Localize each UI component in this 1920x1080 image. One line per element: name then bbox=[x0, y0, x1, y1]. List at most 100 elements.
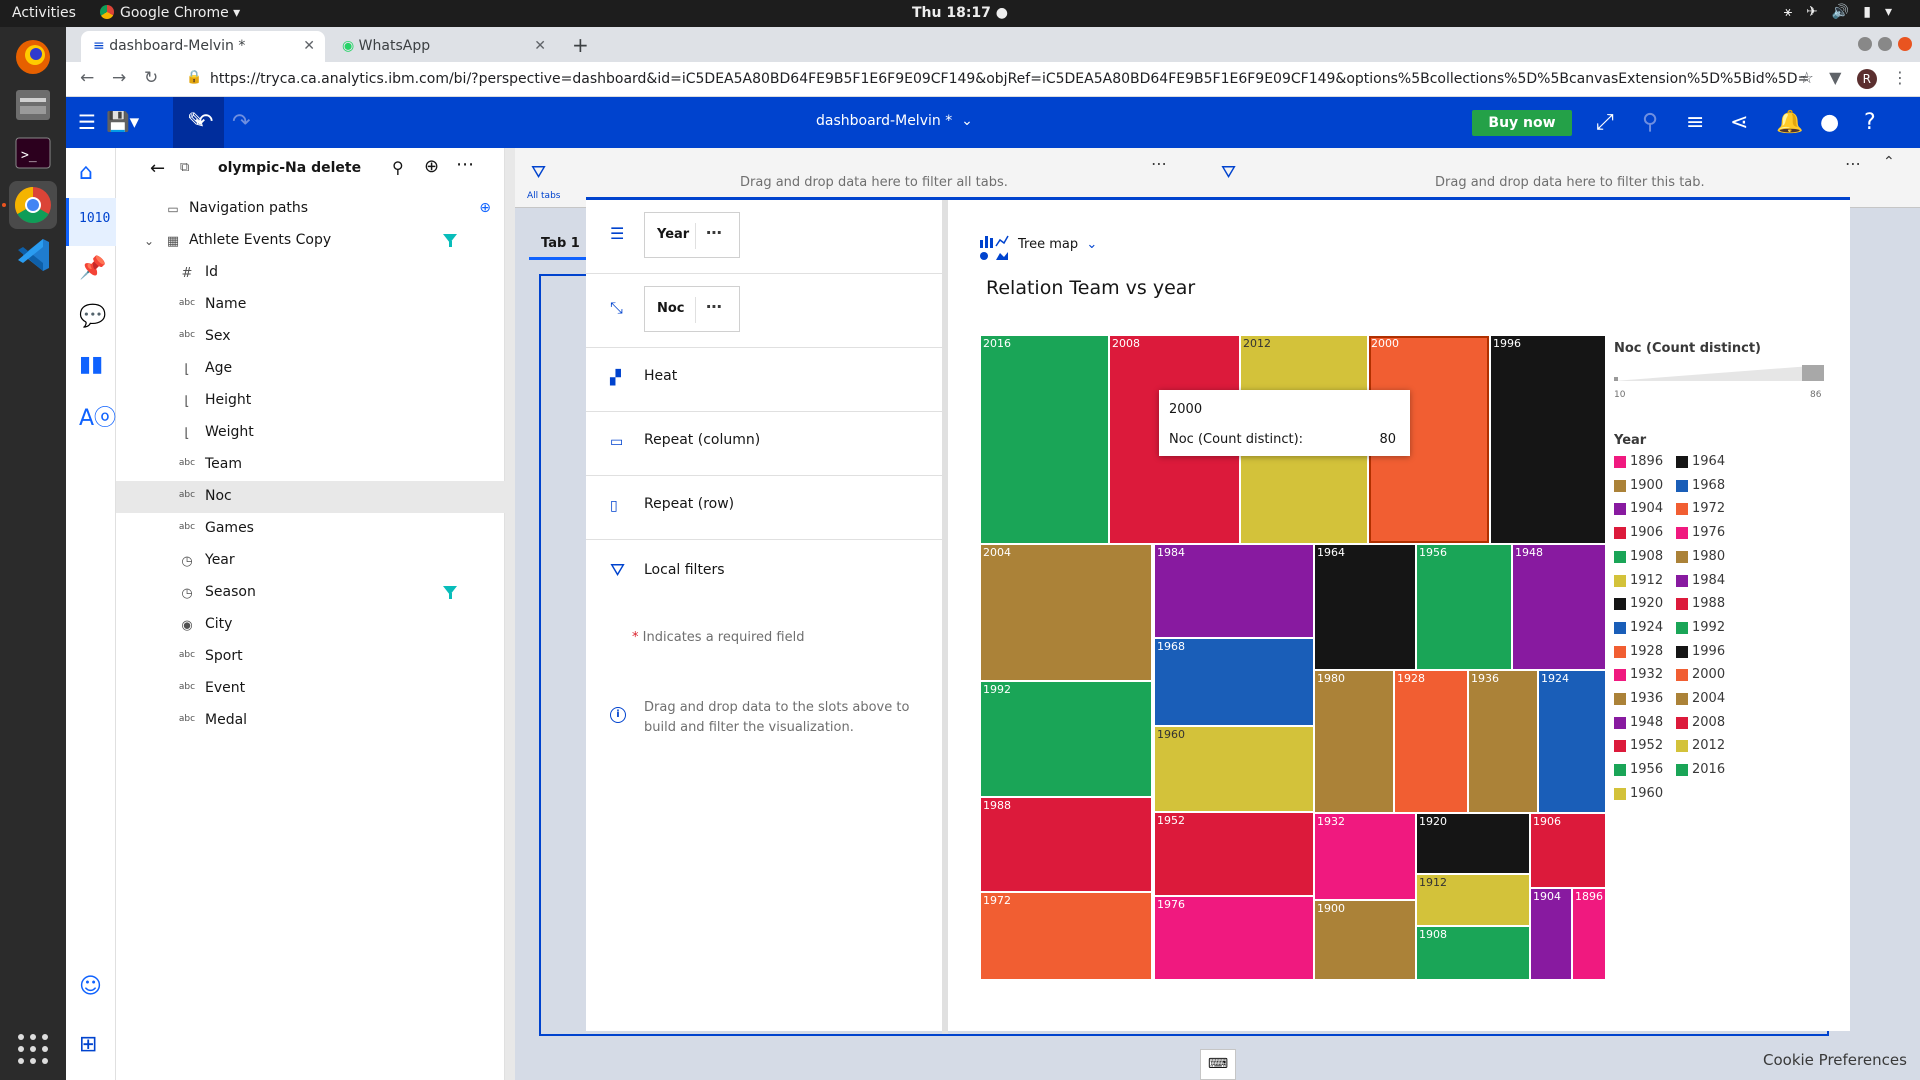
treemap-cell-1924[interactable]: 1924 bbox=[1538, 670, 1606, 813]
legend-item-2016[interactable]: 2016 bbox=[1676, 761, 1738, 779]
filter-tab-overflow-icon[interactable]: ⋯ bbox=[1845, 154, 1861, 173]
lock-icon[interactable]: 🔒 bbox=[186, 70, 202, 85]
treemap-cell-1980[interactable]: 1980 bbox=[1314, 670, 1394, 813]
treemap-cell-1904[interactable]: 1904 bbox=[1530, 888, 1572, 980]
connect-icon[interactable]: ⚲ bbox=[1642, 110, 1658, 135]
legend-item-2000[interactable]: 2000 bbox=[1676, 666, 1738, 684]
cookie-preferences-link[interactable]: Cookie Preferences bbox=[1763, 1051, 1907, 1069]
legend-item-1924[interactable]: 1924 bbox=[1614, 619, 1676, 637]
legend-item-1976[interactable]: 1976 bbox=[1676, 524, 1738, 542]
legend-item-1920[interactable]: 1920 bbox=[1614, 595, 1676, 613]
legend-item-1912[interactable]: 1912 bbox=[1614, 572, 1676, 590]
filter-all-overflow-icon[interactable]: ⋯ bbox=[1151, 154, 1167, 173]
treemap-cell-1896[interactable]: 1896 bbox=[1572, 888, 1606, 980]
close-tab-icon[interactable]: ✕ bbox=[534, 38, 546, 54]
field-age[interactable]: ⌊ Age bbox=[116, 353, 505, 385]
terminal-icon[interactable]: >_ bbox=[9, 129, 57, 177]
legend-item-1992[interactable]: 1992 bbox=[1676, 619, 1738, 637]
treemap-cell-1952[interactable]: 1952 bbox=[1154, 812, 1314, 896]
dashboard-title[interactable]: dashboard-Melvin * ⌄ bbox=[816, 113, 973, 129]
pin-icon[interactable]: 📌 bbox=[79, 256, 106, 281]
firefox-icon[interactable] bbox=[9, 33, 57, 81]
legend-item-1904[interactable]: 1904 bbox=[1614, 500, 1676, 518]
treemap-cell-1964[interactable]: 1964 bbox=[1314, 544, 1416, 670]
filter-all-icon[interactable]: ⛛ bbox=[531, 162, 546, 183]
profile-avatar[interactable]: R bbox=[1856, 69, 1877, 89]
treemap-cell-1988[interactable]: 1988 bbox=[980, 797, 1152, 892]
slot-local-filters[interactable]: ⛛ Local filters bbox=[586, 540, 948, 604]
filter-tab-hint[interactable]: Drag and drop data here to filter this t… bbox=[1435, 175, 1705, 190]
share-icon[interactable]: ⋖ bbox=[1730, 110, 1748, 135]
legend-item-1956[interactable]: 1956 bbox=[1614, 761, 1676, 779]
legend-item-2008[interactable]: 2008 bbox=[1676, 714, 1738, 732]
legend-item-1928[interactable]: 1928 bbox=[1614, 643, 1676, 661]
treemap-cell-1956[interactable]: 1956 bbox=[1416, 544, 1512, 670]
legend-item-1948[interactable]: 1948 bbox=[1614, 714, 1676, 732]
legend-item-2012[interactable]: 2012 bbox=[1676, 737, 1738, 755]
treemap-cell-1972[interactable]: 1972 bbox=[980, 892, 1152, 980]
overflow-menu-icon[interactable]: ⋯ bbox=[456, 154, 474, 175]
chart-title[interactable]: Relation Team vs year bbox=[986, 277, 1195, 299]
legend-item-1996[interactable]: 1996 bbox=[1676, 643, 1738, 661]
app-menu[interactable]: Google Chrome ▾ bbox=[100, 5, 240, 21]
treemap-cell-1992[interactable]: 1992 bbox=[980, 681, 1152, 797]
field-noc[interactable]: abc Noc bbox=[116, 481, 505, 513]
field-weight[interactable]: ⌊ Weight bbox=[116, 417, 505, 449]
slot-noc[interactable]: ⤡ Noc ⋯ bbox=[586, 274, 948, 348]
legend-item-1980[interactable]: 1980 bbox=[1676, 548, 1738, 566]
legend-item-1952[interactable]: 1952 bbox=[1614, 737, 1676, 755]
add-path-icon[interactable]: ⊕ bbox=[479, 200, 491, 216]
treemap-cell-1912[interactable]: 1912 bbox=[1416, 874, 1530, 926]
bookmark-star-icon[interactable]: ☆ bbox=[1800, 68, 1814, 87]
help-icon[interactable]: ? bbox=[1864, 110, 1876, 135]
menu-icon[interactable]: ☰ bbox=[78, 110, 96, 134]
treemap-cell-2016[interactable]: 2016 bbox=[980, 335, 1109, 544]
clock[interactable]: Thu 18:17 ● bbox=[0, 5, 1920, 21]
filter-all-hint[interactable]: Drag and drop data here to filter all ta… bbox=[740, 175, 1008, 190]
year-pill[interactable]: Year ⋯ bbox=[644, 212, 740, 258]
chevron-down-icon[interactable]: ⌄ bbox=[140, 234, 158, 248]
vscode-icon[interactable] bbox=[9, 231, 57, 279]
field-year[interactable]: ◷ Year bbox=[116, 545, 505, 577]
minimize-icon[interactable] bbox=[1858, 37, 1872, 51]
browser-tab-dashboard[interactable]: ≡ dashboard-Melvin * ✕ bbox=[81, 31, 325, 62]
treemap-cell-1906[interactable]: 1906 bbox=[1530, 813, 1606, 888]
legend-item-1964[interactable]: 1964 bbox=[1676, 453, 1738, 471]
close-window-icon[interactable] bbox=[1898, 37, 1912, 51]
treemap-cell-1920[interactable]: 1920 bbox=[1416, 813, 1530, 874]
new-tab-button[interactable]: + bbox=[572, 33, 589, 57]
visualization-type-selector[interactable]: Tree map ⌄ bbox=[1018, 237, 1097, 252]
assistant-icon[interactable]: 💬 bbox=[79, 304, 106, 329]
field-sex[interactable]: abc Sex bbox=[116, 321, 505, 353]
table-row[interactable]: ⌄ ▦ Athlete Events Copy bbox=[116, 225, 505, 257]
add-icon[interactable]: ⊞ bbox=[79, 1032, 97, 1057]
extension-icon[interactable]: ▼ bbox=[1829, 68, 1841, 87]
treemap-cell-1908[interactable]: 1908 bbox=[1416, 926, 1530, 980]
visualization-type-icon[interactable] bbox=[978, 232, 1010, 262]
back-arrow-icon[interactable]: ← bbox=[150, 158, 165, 179]
field-sport[interactable]: abc Sport bbox=[116, 641, 505, 673]
legend-item-1972[interactable]: 1972 bbox=[1676, 500, 1738, 518]
legend-item-1932[interactable]: 1932 bbox=[1614, 666, 1676, 684]
legend-item-1906[interactable]: 1906 bbox=[1614, 524, 1676, 542]
slot-repeat-row[interactable]: ▯ Repeat (row) bbox=[586, 476, 948, 540]
legend-item-1984[interactable]: 1984 bbox=[1676, 572, 1738, 590]
treemap-cell-1984[interactable]: 1984 bbox=[1154, 544, 1314, 638]
rail-data-selected[interactable]: 1010 bbox=[66, 198, 116, 246]
treemap-cell-2004[interactable]: 2004 bbox=[980, 544, 1152, 681]
field-team[interactable]: abc Team bbox=[116, 449, 505, 481]
legend-item-2004[interactable]: 2004 bbox=[1676, 690, 1738, 708]
url-field[interactable]: https://tryca.ca.analytics.ibm.com/bi/?p… bbox=[210, 71, 1810, 87]
close-tab-icon[interactable]: ✕ bbox=[303, 38, 315, 54]
home-icon[interactable]: ⌂ bbox=[79, 160, 93, 185]
treemap-cell-1948[interactable]: 1948 bbox=[1512, 544, 1606, 670]
year-pill-menu-icon[interactable]: ⋯ bbox=[695, 223, 723, 249]
size-scale-bar[interactable] bbox=[1614, 365, 1824, 381]
files-icon[interactable] bbox=[9, 81, 57, 129]
add-circle-icon[interactable]: ⊕ bbox=[424, 156, 439, 177]
field-medal[interactable]: abc Medal bbox=[116, 705, 505, 737]
legend-item-1960[interactable]: 1960 bbox=[1614, 785, 1676, 803]
slot-year[interactable]: ☰ Year ⋯ bbox=[586, 200, 948, 274]
collapse-icon[interactable]: ⌃ bbox=[1883, 154, 1895, 170]
field-event[interactable]: abc Event bbox=[116, 673, 505, 705]
